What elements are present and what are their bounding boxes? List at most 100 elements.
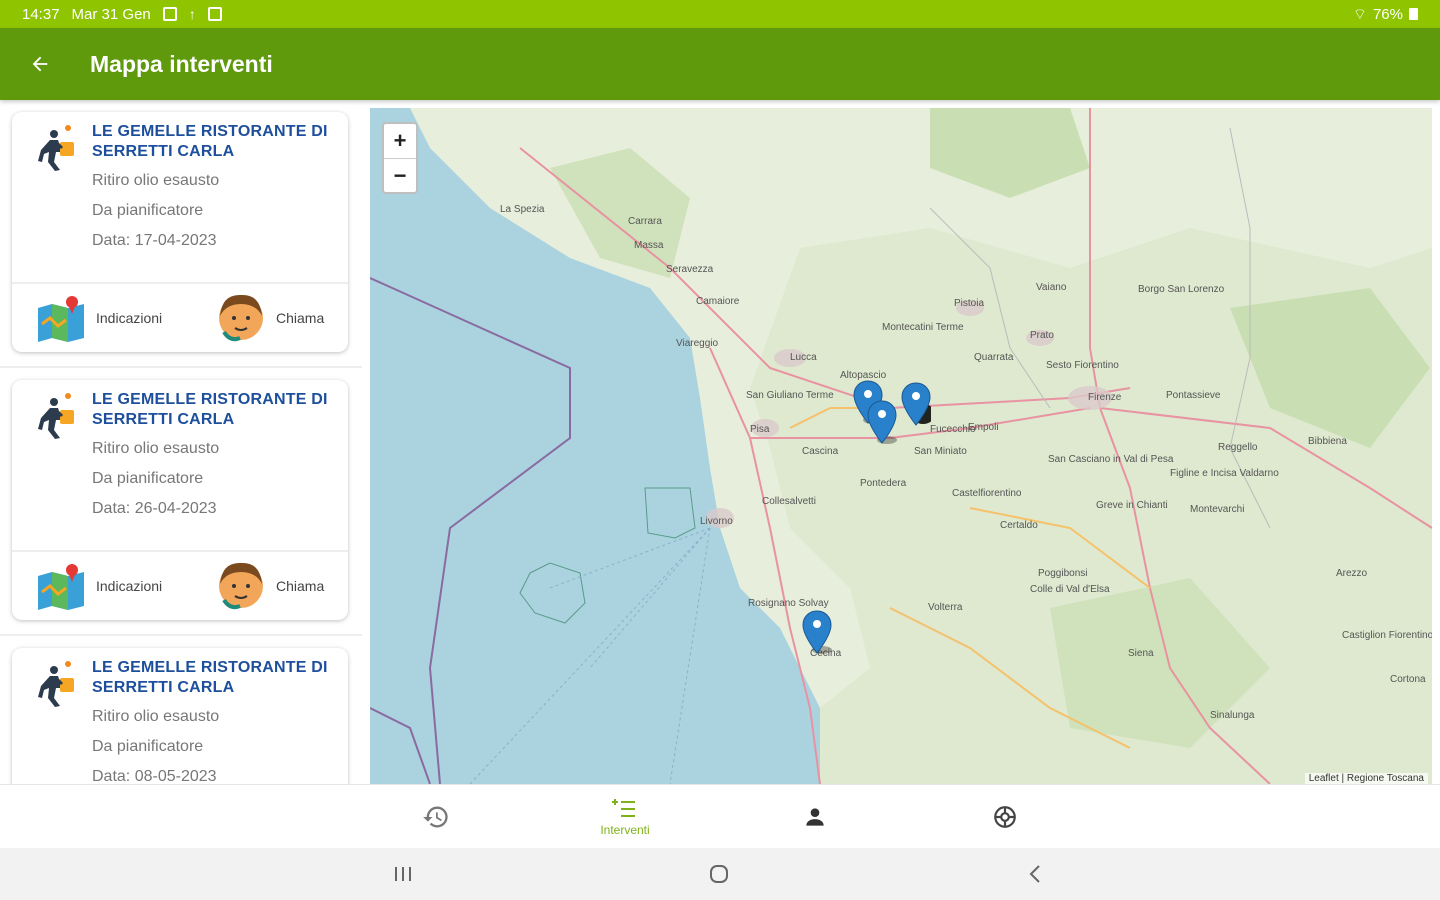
map-view[interactable]: + − La Spezia Carrara Massa Seravezza Ca… xyxy=(370,108,1432,784)
map-label: Pistoia xyxy=(954,298,985,309)
map-label: Poggibonsi xyxy=(1038,568,1088,579)
map-label: Borgo San Lorenzo xyxy=(1138,284,1225,295)
service-type: Ritiro olio esausto xyxy=(92,172,220,189)
interventions-list[interactable]: LE GEMELLE RISTORANTE DI SERRETTI CARLA … xyxy=(0,100,362,784)
intervention-card[interactable]: LE GEMELLE RISTORANTE DI SERRETTI CARLA … xyxy=(12,112,348,352)
battery-level: 76% xyxy=(1372,5,1403,23)
map-label: Pisa xyxy=(750,424,770,435)
call-label: Chiama xyxy=(276,310,325,326)
call-button[interactable]: Chiama xyxy=(216,556,324,616)
chevron-left-icon xyxy=(1029,865,1040,883)
map-label: Firenze xyxy=(1088,392,1122,403)
map-label: Seravezza xyxy=(666,264,714,275)
home-icon xyxy=(710,865,728,883)
gallery-notification-icon xyxy=(162,7,177,21)
map-label: Volterra xyxy=(928,602,963,613)
map-label: Arezzo xyxy=(1336,568,1368,579)
map-label: Bibbiena xyxy=(1308,436,1347,447)
nav-interventi-label: Interventi xyxy=(600,823,650,837)
zoom-controls: + − xyxy=(382,122,418,194)
map-directions-icon xyxy=(38,296,84,342)
wifi-icon: ⌔ xyxy=(1352,5,1367,23)
location-pin-icon[interactable] xyxy=(901,382,931,426)
customer-name: LE GEMELLE RISTORANTE DI SERRETTI CARLA xyxy=(92,123,328,160)
card-divider xyxy=(12,550,348,552)
map-label: Sesto Fiorentino xyxy=(1046,360,1119,371)
customer-name: LE GEMELLE RISTORANTE DI SERRETTI CARLA xyxy=(92,391,328,428)
location-pin-icon[interactable] xyxy=(867,400,897,444)
intervention-card[interactable]: LE GEMELLE RISTORANTE DI SERRETTI CARLA … xyxy=(12,380,348,620)
nav-settings[interactable] xyxy=(945,785,1065,849)
page-title: Mappa interventi xyxy=(90,50,273,77)
nav-interventi[interactable]: Interventi xyxy=(565,785,685,849)
upload-notification-icon: ↑ xyxy=(188,6,196,22)
system-navigation-bar xyxy=(0,848,1440,900)
map-attribution[interactable]: Leaflet | Regione Toscana xyxy=(1304,773,1428,784)
status-bar: 14:37 Mar 31 Gen ↑ ⌔ 76% xyxy=(0,0,1440,28)
map-label: Collesalvetti xyxy=(762,496,816,507)
map-label: Prato xyxy=(1030,330,1054,341)
source: Da pianificatore xyxy=(92,738,204,755)
map-label: Fucecchio xyxy=(930,424,976,435)
map-directions-icon xyxy=(38,564,84,610)
location-pin-icon[interactable] xyxy=(802,610,832,654)
worker-carrying-box-icon xyxy=(38,125,74,171)
nav-history[interactable] xyxy=(376,785,496,849)
system-back-button[interactable] xyxy=(1005,858,1065,890)
map-label: San Miniato xyxy=(914,446,967,457)
worker-carrying-box-icon xyxy=(38,661,74,707)
map-label: Castiglion Fiorentino xyxy=(1342,630,1432,641)
source: Da pianificatore xyxy=(92,202,204,219)
app-bar: Mappa interventi xyxy=(0,28,1440,100)
map-label: La Spezia xyxy=(500,204,545,215)
map-label: Quarrata xyxy=(974,352,1014,363)
zoom-out-button[interactable]: − xyxy=(384,158,416,192)
map-label: Colle di Val d'Elsa xyxy=(1030,584,1110,595)
map-label: Reggello xyxy=(1218,442,1258,453)
intervention-date: Data: 26-04-2023 xyxy=(92,500,217,517)
card-divider xyxy=(12,282,348,284)
battery-icon xyxy=(1409,8,1418,20)
support-agent-icon xyxy=(219,294,263,342)
home-button[interactable] xyxy=(689,858,749,890)
directions-label: Indicazioni xyxy=(96,578,163,594)
nav-profile[interactable] xyxy=(755,785,875,849)
arrow-left-icon xyxy=(32,56,48,72)
intervention-date: Data: 08-05-2023 xyxy=(92,768,217,784)
directions-label: Indicazioni xyxy=(96,310,163,326)
map-label: Certaldo xyxy=(1000,520,1038,531)
service-type: Ritiro olio esausto xyxy=(92,440,220,457)
list-divider xyxy=(0,366,362,368)
map-label: Camaiore xyxy=(696,296,740,307)
zoom-in-button[interactable]: + xyxy=(384,124,416,158)
map-label: Viareggio xyxy=(676,338,719,349)
map-label: Greve in Chianti xyxy=(1096,500,1168,511)
call-button[interactable]: Chiama xyxy=(216,288,324,348)
map-label: Vaiano xyxy=(1036,282,1067,293)
recent-apps-button[interactable] xyxy=(373,858,433,890)
app-notification-icon xyxy=(207,7,222,21)
list-icon xyxy=(612,799,635,817)
map-label: Siena xyxy=(1128,648,1154,659)
person-icon xyxy=(806,808,824,826)
back-button[interactable] xyxy=(0,28,80,100)
directions-button[interactable]: Indicazioni xyxy=(36,556,162,616)
map-label: Castelfiorentino xyxy=(952,488,1022,499)
intervention-card[interactable]: LE GEMELLE RISTORANTE DI SERRETTI CARLA … xyxy=(12,648,348,784)
map-label: Lucca xyxy=(790,352,817,363)
customer-name: LE GEMELLE RISTORANTE DI SERRETTI CARLA xyxy=(92,659,328,696)
worker-carrying-box-icon xyxy=(38,393,74,439)
settings-icon xyxy=(994,806,1016,828)
directions-button[interactable]: Indicazioni xyxy=(36,288,162,348)
map-label: Montevarchi xyxy=(1190,504,1245,515)
intervention-date: Data: 17-04-2023 xyxy=(92,232,217,249)
support-agent-icon xyxy=(219,562,263,610)
map-label: Cascina xyxy=(802,446,839,457)
map-label: Carrara xyxy=(628,216,662,227)
map-label: Pontedera xyxy=(860,478,907,489)
map-label: Sinalunga xyxy=(1210,710,1255,721)
map-label: Figline e Incisa Valdarno xyxy=(1170,468,1279,479)
source: Da pianificatore xyxy=(92,470,204,487)
bottom-navigation: Interventi xyxy=(0,784,1440,848)
status-time: 14:37 xyxy=(22,5,60,23)
